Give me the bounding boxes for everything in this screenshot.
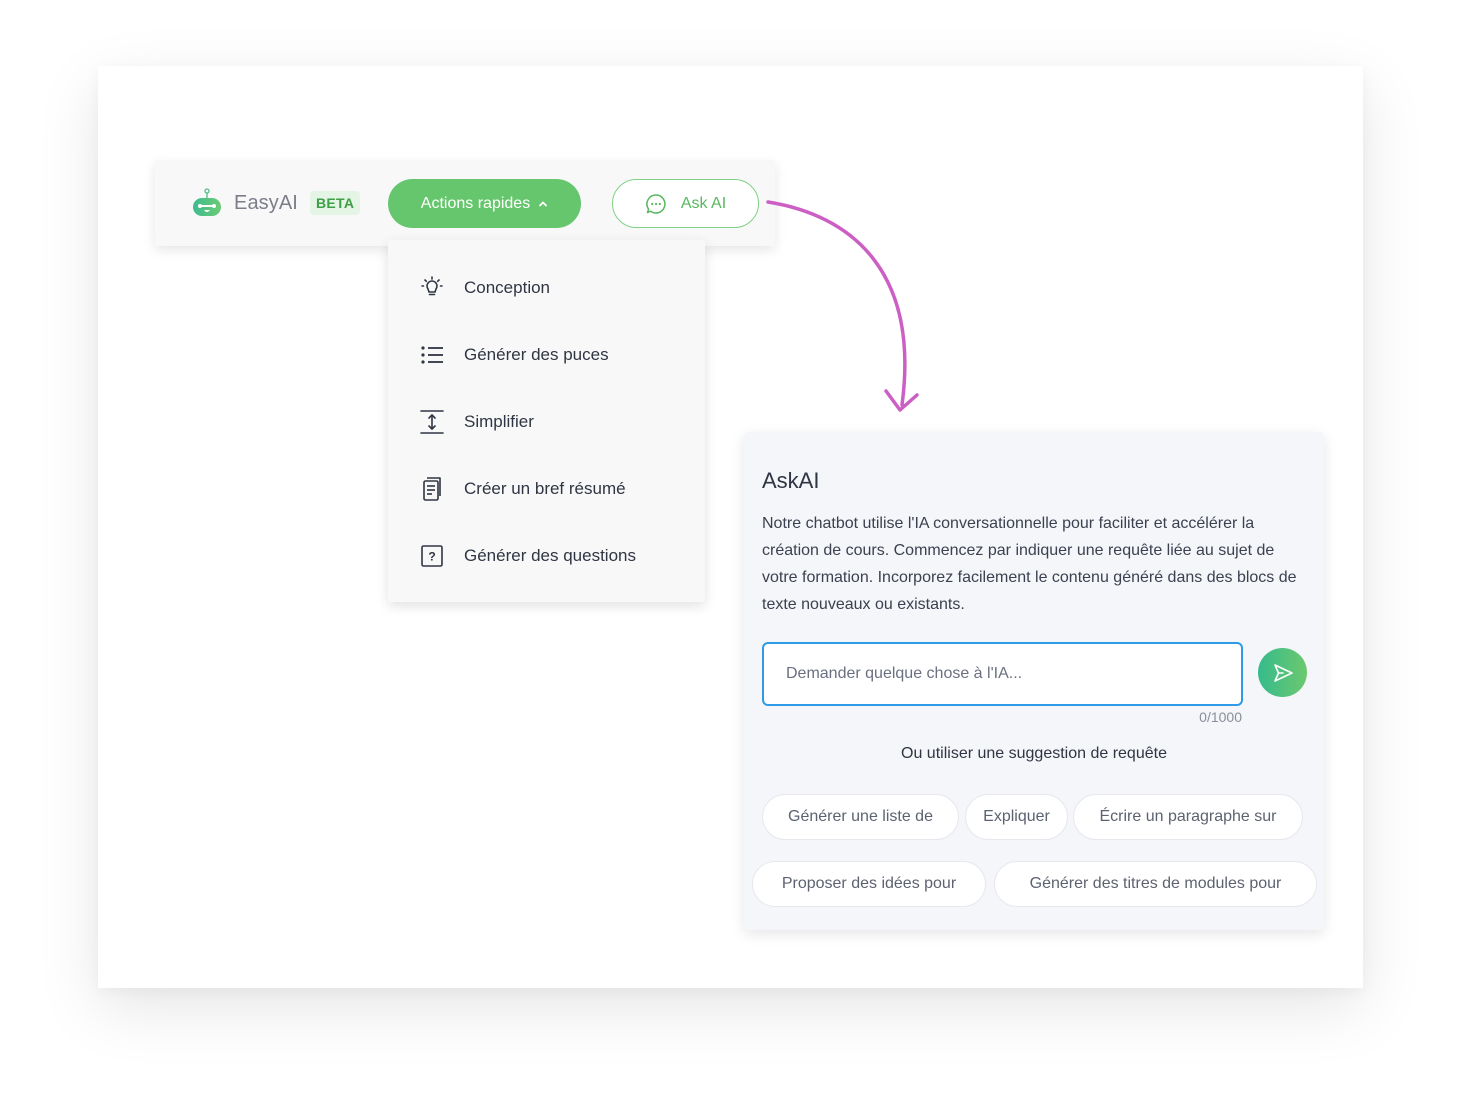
bullet-list-icon [421, 346, 443, 364]
quick-actions-label: Actions rapides [420, 194, 531, 212]
menu-item-label: Générer des questions [464, 546, 636, 565]
menu-item-label: Générer des puces [464, 345, 609, 364]
question-box-icon: ? [421, 545, 443, 567]
brand: EasyAI BETA [191, 186, 361, 220]
panel-description: Notre chatbot utilise l'IA conversationn… [762, 515, 1297, 613]
suggestion-chip[interactable]: Générer une liste de [762, 794, 959, 840]
menu-item-label: Simplifier [464, 412, 534, 431]
easyai-toolbar: EasyAI BETA Actions rapides Ask AI [155, 160, 775, 246]
suggestion-chip[interactable]: Proposer des idées pour [752, 861, 986, 907]
documents-icon [423, 477, 441, 501]
menu-item-simplify[interactable]: Simplifier [418, 402, 534, 442]
brand-name: EasyAI [234, 191, 298, 214]
menu-item-bullets[interactable]: Générer des puces [418, 335, 609, 375]
quick-actions-dropdown: Conception Générer des puces Simplifier … [388, 240, 705, 602]
menu-item-label: Conception [464, 278, 551, 297]
chat-bubble-icon [646, 193, 666, 214]
panel-title: AskAI [762, 468, 820, 493]
lightbulb-icon [421, 276, 443, 296]
menu-item-label: Créer un bref résumé [464, 479, 626, 498]
menu-item-summary[interactable]: Créer un bref résumé [418, 469, 626, 509]
annotation-arrow-icon [766, 200, 919, 412]
chevron-up-icon [539, 201, 548, 206]
vertical-expand-icon [420, 410, 444, 434]
menu-item-conception[interactable]: Conception [418, 268, 550, 308]
quick-actions-button[interactable]: Actions rapides [388, 179, 581, 228]
menu-item-questions[interactable]: ? Générer des questions [418, 536, 636, 576]
suggestion-chip[interactable]: Expliquer [965, 794, 1068, 840]
ask-ai-label: Ask AI [680, 194, 727, 212]
suggestion-chip[interactable]: Générer des titres de modules pour [994, 861, 1317, 907]
askai-panel: AskAI Notre chatbot utilise l'IA convers… [744, 432, 1324, 930]
send-icon [1273, 663, 1293, 682]
character-count: 0/1000 [1199, 709, 1242, 725]
beta-badge: BETA [309, 191, 361, 215]
ask-ai-input[interactable] [762, 642, 1243, 706]
robot-logo-icon [193, 188, 221, 216]
suggestion-chip[interactable]: Écrire un paragraphe sur [1073, 794, 1303, 840]
suggestions-heading: Ou utiliser une suggestion de requête [901, 745, 1167, 762]
svg-text:?: ? [428, 550, 435, 564]
send-button[interactable] [1258, 648, 1307, 697]
ask-ai-button[interactable]: Ask AI [612, 179, 759, 228]
